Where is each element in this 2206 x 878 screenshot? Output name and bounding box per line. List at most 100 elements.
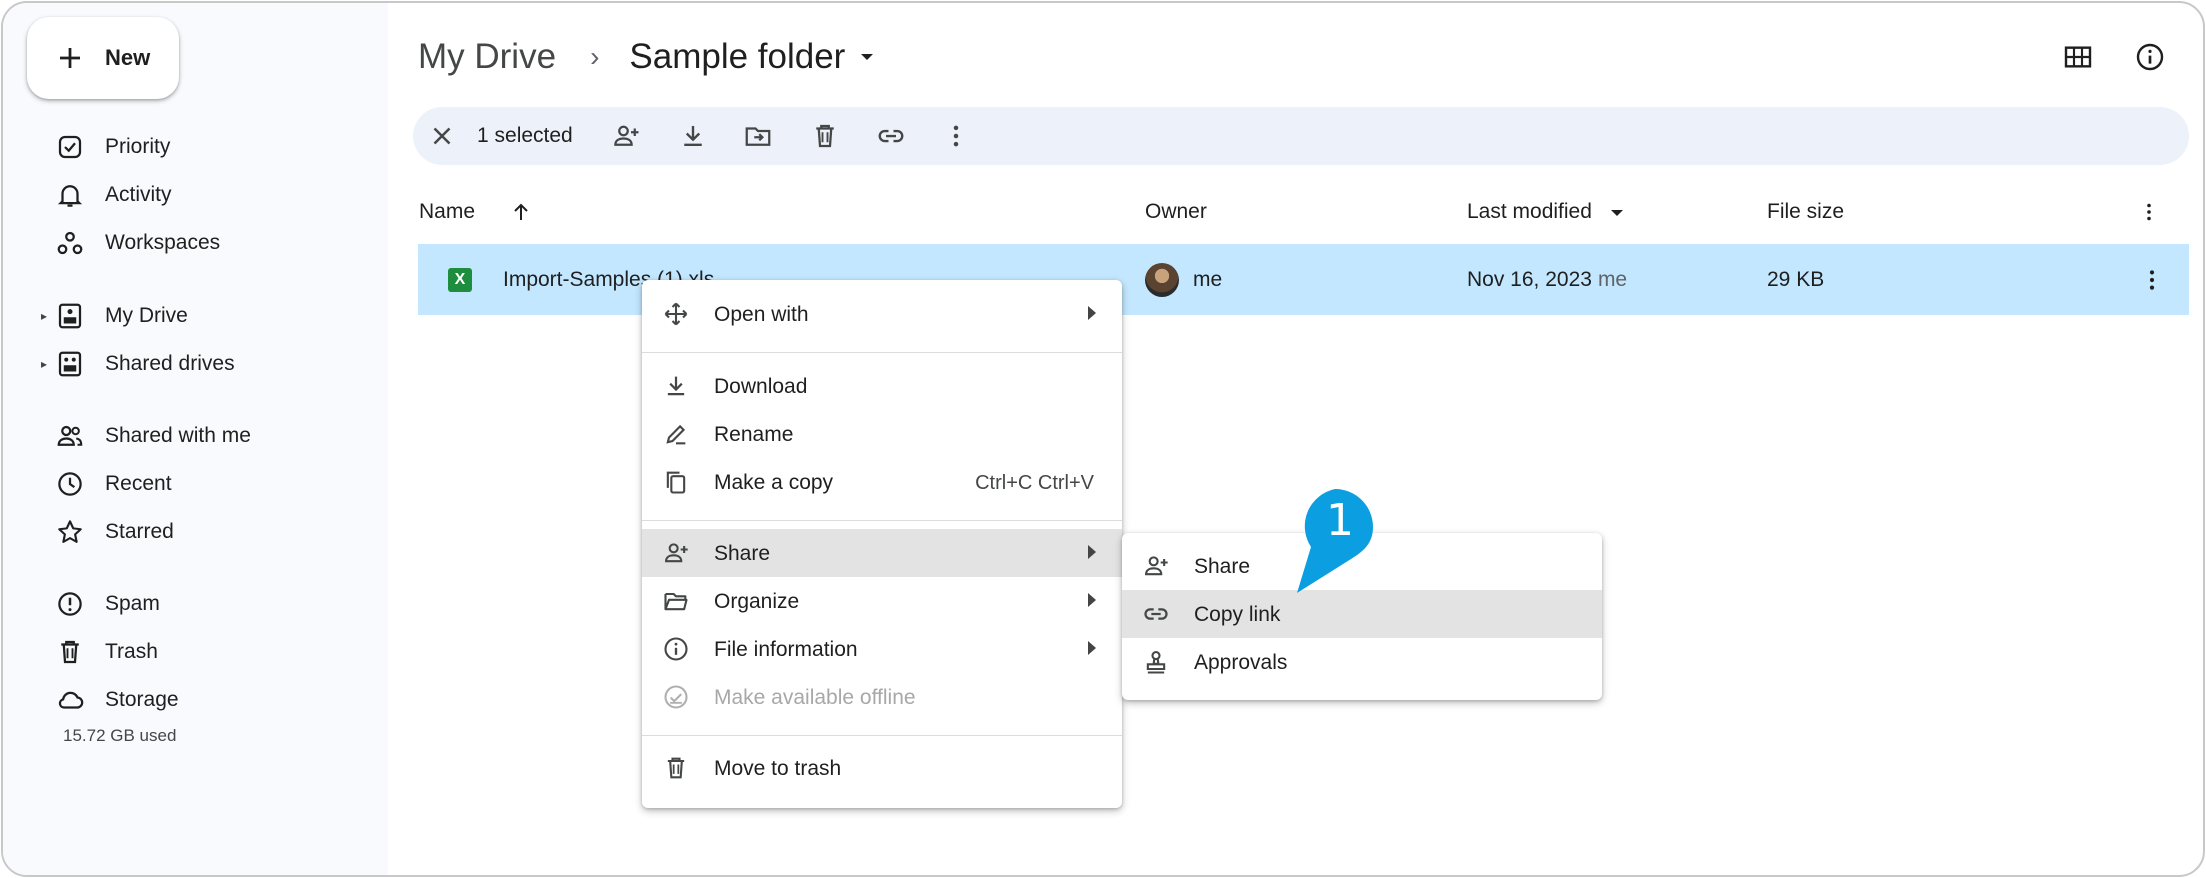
new-button[interactable]: New [27,17,179,99]
sidebar-item-storage[interactable]: Storage [3,678,388,722]
edit-icon [666,424,686,445]
sidebar-item-label: Shared drives [105,352,235,375]
file-last-modified: Nov 16, 2023 me [1467,268,1627,292]
sidebar-item-priority[interactable]: Priority [3,125,388,169]
download-icon[interactable] [678,121,708,151]
caret-down-icon[interactable] [1605,201,1629,225]
breadcrumb: My Drive › Sample folder [418,33,879,81]
add-person-icon [665,543,688,563]
modified-by: me [1597,268,1628,291]
menu-item-file-information[interactable]: File information [642,625,1122,673]
sidebar-item-recent[interactable]: Recent [3,462,388,506]
my-drive-icon [58,303,82,329]
move-to-folder-icon[interactable] [743,121,773,151]
file-size: 29 KB [1767,268,1825,291]
menu-divider [642,735,1122,736]
workspaces-icon [57,231,83,255]
menu-item-share[interactable]: Share [642,529,1122,577]
column-header-name[interactable]: Name [419,200,475,224]
column-header-owner[interactable]: Owner [1145,200,1207,224]
sidebar-item-label: Priority [105,135,171,158]
sidebar-item-spam[interactable]: Spam [3,582,388,626]
clock-icon [58,472,82,496]
menu-divider [642,520,1122,521]
avatar [1145,263,1179,297]
menu-item-download[interactable]: Download [642,362,1122,410]
breadcrumb-current-folder[interactable]: Sample folder [629,37,845,77]
submenu-arrow-icon [1088,593,1096,607]
menu-divider [642,352,1122,353]
menu-item-label: Share [714,542,771,565]
sidebar-item-workspaces[interactable]: Workspaces [3,221,388,265]
menu-item-organize[interactable]: Organize [642,577,1122,625]
sidebar-item-label: Workspaces [105,231,221,254]
excel-file-icon: X [448,268,472,292]
trash-icon [667,757,685,779]
sidebar-item-shared-with-me[interactable]: Shared with me [3,414,388,458]
step-callout-number: 1 [1326,495,1354,546]
info-icon[interactable] [2134,41,2166,73]
more-vert-icon[interactable] [2138,266,2166,294]
breadcrumb-my-drive[interactable]: My Drive [418,37,556,77]
menu-item-open-with[interactable]: Open with [642,290,1122,338]
offline-check-icon [664,685,688,709]
modified-date: Nov 16, 2023 [1467,268,1592,291]
people-icon [57,425,83,446]
menu-item-label: Share [1194,555,1251,578]
sidebar-item-trash[interactable]: Trash [3,630,388,674]
sidebar-item-activity[interactable]: Activity [3,173,388,217]
submenu-item-approvals[interactable]: Approvals [1122,638,1602,686]
menu-item-label: Move to trash [714,757,842,780]
arrow-up-icon[interactable] [509,200,533,224]
menu-item-make-a-copy[interactable]: Make a copy Ctrl+C Ctrl+V [642,458,1122,506]
sidebar-item-starred[interactable]: Starred [3,510,388,554]
sidebar-item-label: Activity [105,183,172,206]
more-vert-icon[interactable] [941,121,971,151]
submenu-item-copy-link[interactable]: Copy link [1122,590,1602,638]
column-header-last-modified[interactable]: Last modified [1467,200,1592,224]
sidebar-item-shared-drives[interactable]: ▸ Shared drives [3,342,388,386]
open-with-icon [664,302,688,326]
spam-icon [58,592,82,616]
bell-icon [57,185,83,207]
cloud-icon [58,691,84,709]
menu-item-label: Download [714,375,808,398]
shortcut-hint: Ctrl+C Ctrl+V [975,472,1094,494]
caret-down-icon[interactable] [855,45,879,69]
sidebar-item-label: Starred [105,520,174,543]
menu-item-label: Copy link [1194,603,1281,626]
trash-icon [61,640,79,664]
sidebar: New Priority Activity Workspaces ▸ My Dr… [3,3,388,875]
close-icon[interactable] [427,121,457,151]
download-icon [667,376,685,396]
menu-item-move-to-trash[interactable]: Move to trash [642,744,1122,792]
add-person-icon[interactable] [611,121,641,151]
selected-count: 1 selected [477,124,573,147]
link-icon[interactable] [876,121,906,151]
sidebar-item-my-drive[interactable]: ▸ My Drive [3,294,388,338]
menu-item-label: Organize [714,590,800,613]
star-icon [58,520,82,543]
sidebar-item-label: My Drive [105,304,188,327]
priority-icon [58,135,82,159]
more-vert-icon[interactable] [2137,200,2161,224]
sidebar-item-label: Storage [105,688,179,711]
menu-item-label: File information [714,638,858,661]
menu-item-rename[interactable]: Rename [642,410,1122,458]
expand-arrow-icon[interactable]: ▸ [41,357,51,371]
grid-view-icon[interactable] [2062,41,2094,73]
context-menu: Open with Download Rename Make a copy Ct… [642,280,1122,808]
sidebar-item-label: Trash [105,640,158,663]
column-header-file-size[interactable]: File size [1767,200,1844,224]
menu-item-label: Rename [714,423,794,446]
submenu-arrow-icon [1088,545,1096,559]
stamp-icon [1146,651,1166,674]
menu-item-label: Approvals [1194,651,1288,674]
menu-item-label: Make a copy [714,471,834,494]
sidebar-item-label: Shared with me [105,424,251,447]
trash-icon[interactable] [810,121,840,151]
menu-item-make-available-offline: Make available offline [642,673,1122,721]
expand-arrow-icon[interactable]: ▸ [41,309,51,323]
menu-item-label: Open with [714,303,809,326]
file-owner: me [1193,268,1223,291]
